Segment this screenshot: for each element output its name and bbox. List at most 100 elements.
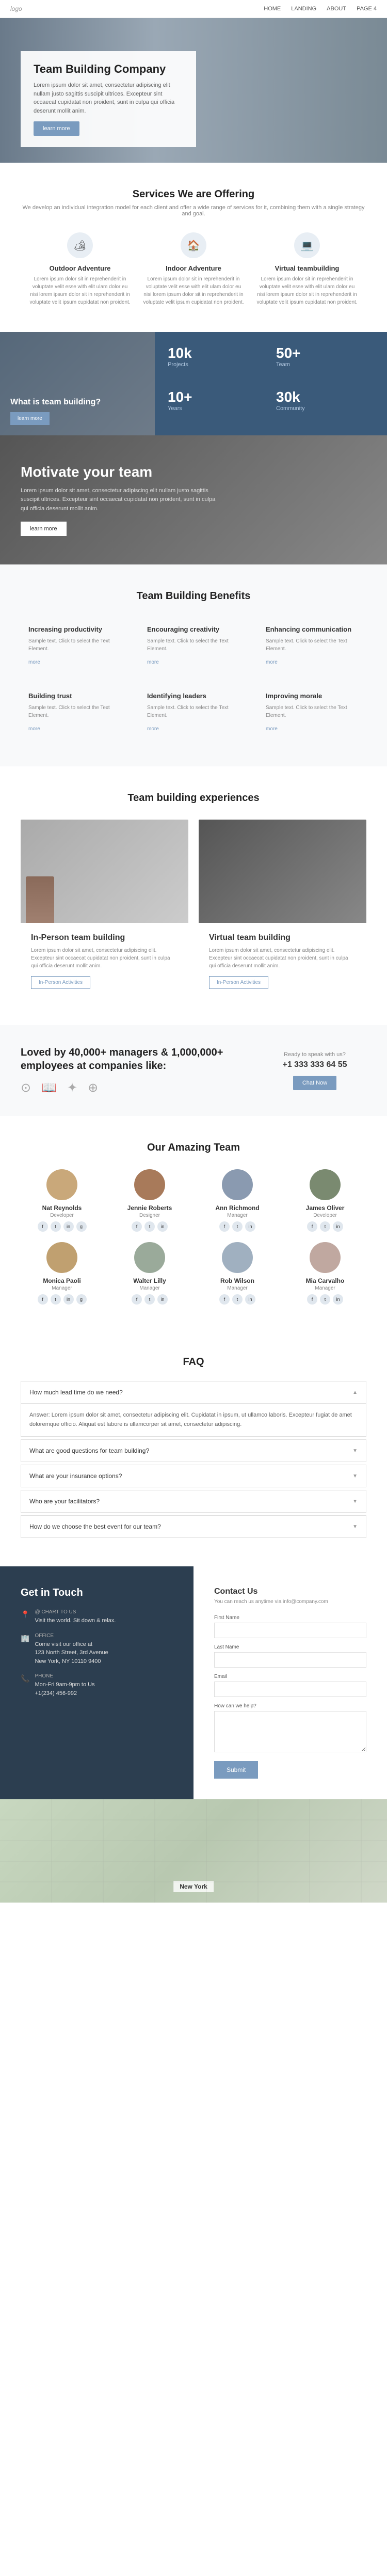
form-email-input[interactable]: [214, 1682, 366, 1697]
loved-icon-4: ⊕: [88, 1080, 98, 1095]
social-in-3[interactable]: in: [333, 1221, 343, 1232]
benefit-2-more[interactable]: more: [266, 659, 278, 665]
social-tw-2[interactable]: t: [232, 1221, 243, 1232]
stats-overlay: What is team building? learn more: [0, 332, 155, 435]
stat-community: 30k Community: [276, 389, 374, 422]
social-fb-2[interactable]: f: [219, 1221, 230, 1232]
logo: logo: [10, 5, 22, 12]
social-g-4[interactable]: g: [76, 1294, 87, 1305]
benefit-0-text: Sample text. Click to select the Text El…: [28, 637, 121, 653]
faq-question-0[interactable]: How much lead time do we need? ▲: [21, 1381, 366, 1403]
social-fb-3[interactable]: f: [307, 1221, 317, 1232]
social-fb-5[interactable]: f: [132, 1294, 142, 1305]
social-g-0[interactable]: g: [76, 1221, 87, 1232]
team-socials-7: f t in: [286, 1294, 364, 1305]
social-tw-5[interactable]: t: [144, 1294, 155, 1305]
services-title: Services We are Offering: [21, 189, 366, 200]
benefit-1-more[interactable]: more: [147, 659, 159, 665]
social-tw-3[interactable]: t: [320, 1221, 330, 1232]
social-tw-0[interactable]: t: [51, 1221, 61, 1232]
social-tw-7[interactable]: t: [320, 1294, 330, 1305]
team-member-3: James Oliver Developer f t in: [286, 1169, 364, 1232]
form-firstname-input[interactable]: [214, 1623, 366, 1638]
hero-cta-button[interactable]: learn more: [34, 121, 79, 136]
motivate-button[interactable]: learn more: [21, 522, 67, 536]
stat-team-number: 50+: [276, 345, 374, 362]
loved-icon-1: ⊙: [21, 1080, 31, 1095]
stats-learn-more[interactable]: learn more: [10, 412, 50, 425]
benefit-0-more[interactable]: more: [28, 659, 40, 665]
form-message-textarea[interactable]: [214, 1711, 366, 1752]
social-tw-1[interactable]: t: [144, 1221, 155, 1232]
virtual-exp-image: [199, 820, 366, 923]
inperson-title: In-Person team building: [31, 933, 178, 943]
team-avatar-3: [310, 1169, 341, 1200]
benefit-5-more[interactable]: more: [266, 726, 278, 732]
form-firstname-label: First Name: [214, 1615, 366, 1621]
social-fb-0[interactable]: f: [38, 1221, 48, 1232]
social-in-6[interactable]: in: [245, 1294, 255, 1305]
team-member-4: Monica Paoli Manager f t in g: [23, 1242, 101, 1305]
form-lastname-label: Last Name: [214, 1644, 366, 1650]
social-in-2[interactable]: in: [245, 1221, 255, 1232]
outdoor-icon: 🏕: [67, 232, 93, 258]
faq-chevron-2: ▼: [352, 1473, 358, 1479]
social-in-1[interactable]: in: [157, 1221, 168, 1232]
nav-home[interactable]: HOME: [264, 6, 281, 12]
team-title: Our Amazing Team: [21, 1142, 366, 1154]
nav-landing[interactable]: LANDING: [291, 6, 316, 12]
stat-projects-label: Projects: [168, 362, 266, 368]
nav-page4[interactable]: PAGE 4: [357, 6, 377, 12]
faq-title: FAQ: [21, 1356, 366, 1368]
benefit-4-more[interactable]: more: [147, 726, 159, 732]
team-socials-1: f t in: [111, 1221, 188, 1232]
virtual-name: Virtual teambuilding: [255, 264, 359, 272]
form-submit-button[interactable]: Submit: [214, 1761, 258, 1779]
motivate-content: Motivate your team Lorem ipsum dolor sit…: [21, 464, 217, 537]
nav-links: HOME LANDING ABOUT PAGE 4: [264, 6, 377, 12]
form-lastname-input[interactable]: [214, 1652, 366, 1668]
team-role-1: Designer: [111, 1213, 188, 1218]
inperson-button[interactable]: In-Person Activities: [31, 976, 90, 989]
faq-question-4[interactable]: How do we choose the best event for our …: [21, 1516, 366, 1537]
social-fb-4[interactable]: f: [38, 1294, 48, 1305]
team-member-2: Ann Richmond Manager f t in: [199, 1169, 276, 1232]
social-in-7[interactable]: in: [333, 1294, 343, 1305]
loved-title: Loved by 40,000+ managers & 1,000,000+ e…: [21, 1046, 243, 1073]
loved-phone: +1 333 333 64 55: [263, 1060, 366, 1070]
faq-question-1[interactable]: What are good questions for team buildin…: [21, 1440, 366, 1462]
team-name-0: Nat Reynolds: [23, 1204, 101, 1212]
faq-question-3[interactable]: Who are your facilitators? ▼: [21, 1490, 366, 1512]
stat-projects-number: 10k: [168, 345, 266, 362]
social-in-4[interactable]: in: [63, 1294, 74, 1305]
social-in-0[interactable]: in: [63, 1221, 74, 1232]
benefits-section: Team Building Benefits Increasing produc…: [0, 564, 387, 766]
social-fb-6[interactable]: f: [219, 1294, 230, 1305]
social-fb-1[interactable]: f: [132, 1221, 142, 1232]
stat-years-number: 10+: [168, 389, 266, 405]
social-in-5[interactable]: in: [157, 1294, 168, 1305]
loved-chat-button[interactable]: Chat Now: [293, 1076, 336, 1090]
team-avatar-1: [134, 1169, 165, 1200]
nav-about[interactable]: ABOUT: [327, 6, 346, 12]
loved-icon-2: 📖: [41, 1080, 57, 1095]
team-grid: Nat Reynolds Developer f t in g Jennie R…: [21, 1169, 366, 1305]
stat-projects: 10k Projects: [168, 345, 266, 379]
map-section: New York: [0, 1799, 387, 1903]
inperson-image: [21, 820, 188, 923]
contact-title: Get in Touch: [21, 1587, 173, 1599]
benefit-4-text: Sample text. Click to select the Text El…: [147, 704, 240, 719]
contact-info-0: 📍 @ CHART TO US Visit the world. Sit dow…: [21, 1609, 173, 1625]
stat-years: 10+ Years: [168, 389, 266, 422]
social-fb-7[interactable]: f: [307, 1294, 317, 1305]
stat-team: 50+ Team: [276, 345, 374, 379]
faq-question-2[interactable]: What are your insurance options? ▼: [21, 1465, 366, 1487]
benefit-3-text: Sample text. Click to select the Text El…: [28, 704, 121, 719]
contact-left: Get in Touch 📍 @ CHART TO US Visit the w…: [0, 1566, 194, 1799]
virtual-exp-button[interactable]: In-Person Activities: [209, 976, 268, 989]
social-tw-4[interactable]: t: [51, 1294, 61, 1305]
benefit-3-more[interactable]: more: [28, 726, 40, 732]
faq-chevron-3: ▼: [352, 1499, 358, 1504]
stat-team-label: Team: [276, 362, 374, 368]
social-tw-6[interactable]: t: [232, 1294, 243, 1305]
